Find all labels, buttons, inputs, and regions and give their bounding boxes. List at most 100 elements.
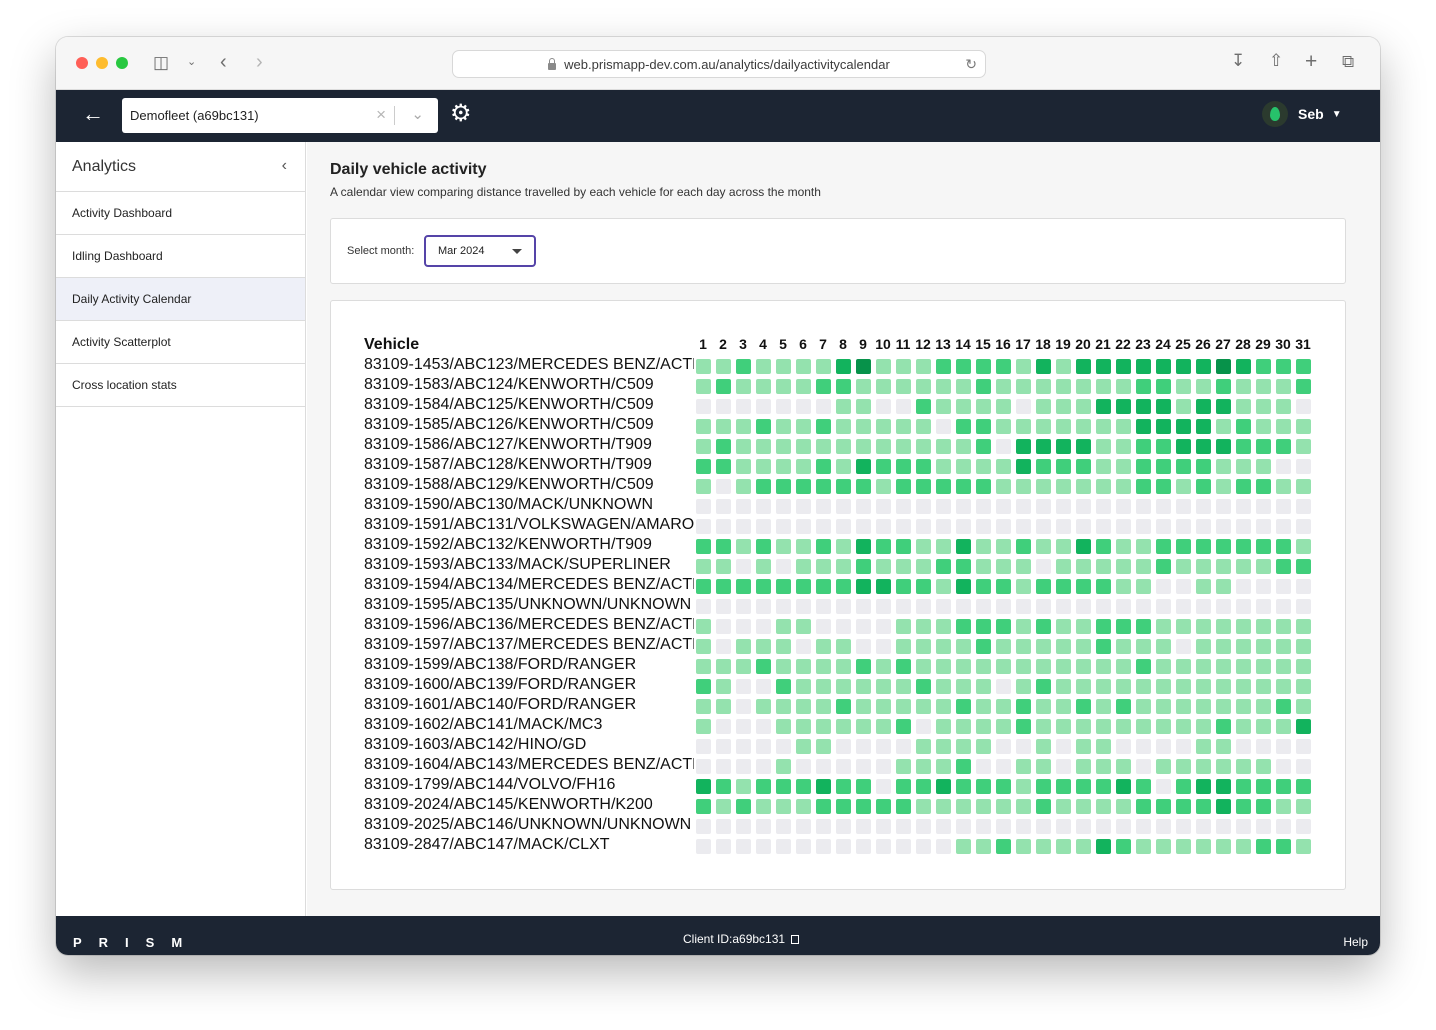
activity-cell[interactable]: [956, 419, 971, 434]
activity-cell[interactable]: [1296, 599, 1311, 614]
activity-cell[interactable]: [976, 619, 991, 634]
activity-cell[interactable]: [856, 719, 871, 734]
activity-cell[interactable]: [916, 719, 931, 734]
activity-cell[interactable]: [776, 759, 791, 774]
activity-cell[interactable]: [1056, 479, 1071, 494]
activity-cell[interactable]: [936, 459, 951, 474]
activity-cell[interactable]: [896, 779, 911, 794]
activity-cell[interactable]: [716, 799, 731, 814]
activity-cell[interactable]: [1176, 479, 1191, 494]
activity-cell[interactable]: [1116, 599, 1131, 614]
activity-cell[interactable]: [876, 559, 891, 574]
activity-cell[interactable]: [996, 699, 1011, 714]
activity-cell[interactable]: [896, 619, 911, 634]
activity-cell[interactable]: [1076, 779, 1091, 794]
activity-cell[interactable]: [956, 759, 971, 774]
activity-cell[interactable]: [716, 819, 731, 834]
activity-cell[interactable]: [1256, 819, 1271, 834]
activity-cell[interactable]: [976, 699, 991, 714]
activity-cell[interactable]: [1056, 699, 1071, 714]
activity-cell[interactable]: [1116, 799, 1131, 814]
activity-cell[interactable]: [1096, 599, 1111, 614]
activity-cell[interactable]: [1096, 679, 1111, 694]
activity-cell[interactable]: [856, 419, 871, 434]
activity-cell[interactable]: [936, 719, 951, 734]
activity-cell[interactable]: [716, 659, 731, 674]
activity-cell[interactable]: [776, 459, 791, 474]
activity-cell[interactable]: [976, 379, 991, 394]
activity-cell[interactable]: [936, 539, 951, 554]
activity-cell[interactable]: [1016, 499, 1031, 514]
activity-cell[interactable]: [1076, 499, 1091, 514]
activity-cell[interactable]: [1036, 819, 1051, 834]
activity-cell[interactable]: [916, 799, 931, 814]
activity-cell[interactable]: [836, 479, 851, 494]
activity-cell[interactable]: [996, 379, 1011, 394]
activity-cell[interactable]: [1096, 539, 1111, 554]
activity-cell[interactable]: [1116, 539, 1131, 554]
activity-cell[interactable]: [1196, 359, 1211, 374]
user-menu[interactable]: Seb ▼: [1262, 101, 1342, 127]
activity-cell[interactable]: [896, 839, 911, 854]
activity-cell[interactable]: [1016, 379, 1031, 394]
activity-cell[interactable]: [716, 399, 731, 414]
activity-cell[interactable]: [1156, 839, 1171, 854]
activity-cell[interactable]: [876, 439, 891, 454]
activity-cell[interactable]: [1296, 679, 1311, 694]
activity-cell[interactable]: [1096, 559, 1111, 574]
activity-cell[interactable]: [1296, 739, 1311, 754]
activity-cell[interactable]: [856, 559, 871, 574]
activity-cell[interactable]: [876, 759, 891, 774]
activity-cell[interactable]: [936, 699, 951, 714]
activity-cell[interactable]: [776, 839, 791, 854]
activity-cell[interactable]: [996, 839, 1011, 854]
activity-cell[interactable]: [1236, 639, 1251, 654]
activity-cell[interactable]: [1196, 739, 1211, 754]
activity-cell[interactable]: [936, 759, 951, 774]
activity-cell[interactable]: [776, 639, 791, 654]
activity-cell[interactable]: [1176, 639, 1191, 654]
activity-cell[interactable]: [1076, 819, 1091, 834]
activity-cell[interactable]: [1136, 839, 1151, 854]
activity-cell[interactable]: [1296, 459, 1311, 474]
activity-cell[interactable]: [1236, 619, 1251, 634]
activity-cell[interactable]: [1176, 419, 1191, 434]
activity-cell[interactable]: [716, 699, 731, 714]
activity-cell[interactable]: [916, 459, 931, 474]
activity-cell[interactable]: [1276, 679, 1291, 694]
activity-cell[interactable]: [1296, 619, 1311, 634]
browser-back-icon[interactable]: ‹: [220, 52, 227, 72]
activity-cell[interactable]: [696, 799, 711, 814]
activity-cell[interactable]: [1016, 739, 1031, 754]
activity-cell[interactable]: [736, 599, 751, 614]
activity-cell[interactable]: [1196, 759, 1211, 774]
activity-cell[interactable]: [976, 599, 991, 614]
activity-cell[interactable]: [1116, 379, 1131, 394]
sidebar-item-activity-dashboard[interactable]: Activity Dashboard: [56, 192, 305, 235]
activity-cell[interactable]: [716, 419, 731, 434]
activity-cell[interactable]: [916, 639, 931, 654]
activity-cell[interactable]: [1056, 799, 1071, 814]
activity-cell[interactable]: [736, 779, 751, 794]
activity-cell[interactable]: [1116, 659, 1131, 674]
activity-cell[interactable]: [1056, 519, 1071, 534]
activity-cell[interactable]: [1076, 419, 1091, 434]
activity-cell[interactable]: [876, 619, 891, 634]
activity-cell[interactable]: [956, 399, 971, 414]
activity-cell[interactable]: [756, 679, 771, 694]
activity-cell[interactable]: [736, 699, 751, 714]
activity-cell[interactable]: [1196, 559, 1211, 574]
activity-cell[interactable]: [816, 819, 831, 834]
activity-cell[interactable]: [996, 779, 1011, 794]
activity-cell[interactable]: [1136, 559, 1151, 574]
activity-cell[interactable]: [1036, 559, 1051, 574]
activity-cell[interactable]: [996, 459, 1011, 474]
clear-icon[interactable]: ×: [376, 105, 386, 125]
activity-cell[interactable]: [1296, 479, 1311, 494]
activity-cell[interactable]: [976, 459, 991, 474]
activity-cell[interactable]: [1236, 379, 1251, 394]
activity-cell[interactable]: [1056, 819, 1071, 834]
activity-cell[interactable]: [736, 439, 751, 454]
activity-cell[interactable]: [956, 599, 971, 614]
activity-cell[interactable]: [1016, 479, 1031, 494]
